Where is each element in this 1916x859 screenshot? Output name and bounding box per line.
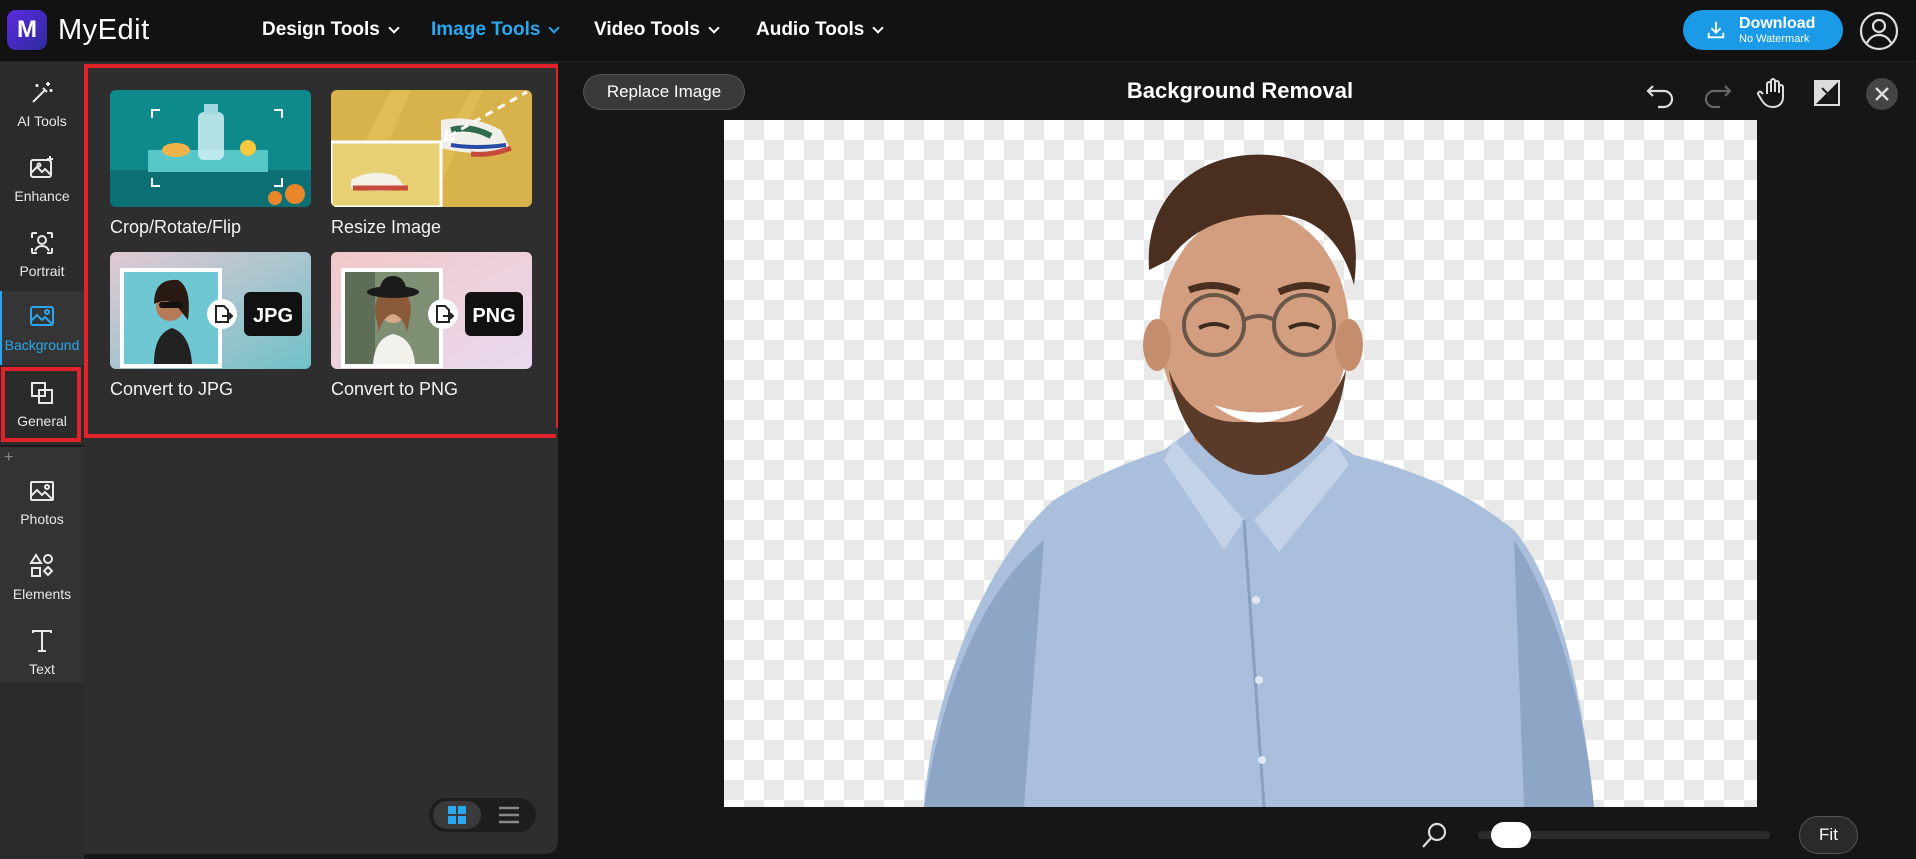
nav-label: Image Tools	[431, 19, 541, 40]
redo-icon[interactable]	[1700, 76, 1734, 110]
rail-divider	[0, 445, 84, 447]
compare-icon[interactable]	[1810, 76, 1844, 110]
image-canvas[interactable]	[724, 120, 1757, 807]
nav-design-tools[interactable]: Design Tools	[262, 0, 400, 60]
list-view-button[interactable]	[487, 801, 531, 829]
user-avatar-icon[interactable]	[1859, 11, 1899, 51]
chevron-down-icon	[872, 21, 885, 34]
nav-label: Design Tools	[262, 19, 380, 40]
fit-button[interactable]: Fit	[1799, 816, 1858, 854]
rail-label: Elements	[12, 586, 72, 602]
myedit-app: M MyEdit Design Tools Image Tools Video …	[0, 0, 1916, 859]
rail-item-photos[interactable]: Photos	[0, 466, 84, 538]
download-icon	[1707, 21, 1725, 39]
rail-label: Photos	[20, 511, 64, 527]
portrait-icon	[31, 232, 53, 254]
download-label: Download	[1739, 14, 1816, 32]
rail-label: Background	[4, 337, 80, 353]
rail-item-ai-tools[interactable]: AI Tools	[0, 68, 84, 140]
rail-item-background[interactable]: Background	[0, 291, 84, 365]
hand-pan-icon[interactable]	[1756, 76, 1790, 110]
download-sublabel: No Watermark	[1739, 32, 1810, 45]
enhance-icon	[30, 156, 53, 178]
nav-image-tools[interactable]: Image Tools	[431, 0, 561, 60]
list-icon	[499, 806, 519, 824]
chevron-down-icon	[708, 21, 720, 34]
rail-label: Enhance	[14, 188, 70, 204]
zoom-search-icon[interactable]	[1420, 820, 1450, 850]
undo-icon[interactable]	[1644, 76, 1678, 110]
download-button[interactable]: Download No Watermark	[1683, 10, 1843, 50]
page-title: Background Removal	[1126, 78, 1354, 103]
zoom-slider-handle[interactable]	[1490, 822, 1531, 848]
view-toggle	[429, 798, 536, 832]
rail-item-enhance[interactable]: Enhance	[0, 143, 84, 215]
background-icon	[30, 306, 54, 326]
rail-label: Portrait	[19, 263, 65, 279]
photos-icon	[30, 481, 54, 501]
rail-label: AI Tools	[17, 113, 67, 129]
subject-photo	[924, 154, 1594, 807]
tools-highlight-box	[84, 64, 560, 438]
nav-label: Video Tools	[594, 19, 700, 40]
left-rail: AI Tools Enhance Portrait Background Gen…	[0, 62, 84, 859]
chevron-down-icon	[548, 21, 561, 34]
elements-icon	[29, 553, 54, 577]
general-highlight-box	[1, 367, 81, 442]
app-name: MyEdit	[58, 13, 150, 46]
logo[interactable]: M MyEdit	[7, 10, 150, 50]
replace-image-button[interactable]: Replace Image	[583, 74, 745, 110]
chevron-down-icon	[388, 21, 400, 34]
rail-item-text[interactable]: Text	[0, 616, 84, 688]
logo-mark: M	[7, 10, 47, 50]
close-icon	[1875, 87, 1889, 101]
rail-item-elements[interactable]: Elements	[0, 541, 84, 613]
rail-label: Text	[29, 661, 55, 677]
rail-spacer	[0, 682, 84, 859]
grid-icon	[448, 806, 466, 824]
nav-audio-tools[interactable]: Audio Tools	[756, 0, 885, 60]
magic-wand-icon	[32, 82, 53, 103]
top-bar: M MyEdit Design Tools Image Tools Video …	[0, 0, 1916, 62]
rail-item-portrait[interactable]: Portrait	[0, 218, 84, 290]
nav-video-tools[interactable]: Video Tools	[594, 0, 720, 60]
close-button[interactable]	[1866, 78, 1898, 110]
grid-view-button[interactable]	[433, 801, 481, 829]
text-icon	[32, 630, 52, 652]
rail-add-button[interactable]: +	[4, 449, 13, 467]
nav-label: Audio Tools	[756, 19, 865, 40]
